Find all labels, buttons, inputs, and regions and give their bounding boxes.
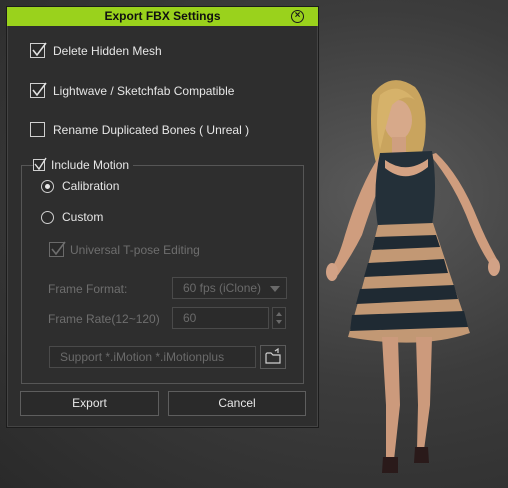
tpose-label: Universal T-pose Editing: [70, 242, 200, 257]
frame-rate-input[interactable]: 60: [172, 307, 269, 329]
lightwave-sketchfab-checkbox[interactable]: [30, 82, 47, 98]
folder-open-icon: [265, 347, 281, 364]
rename-bones-label: Rename Duplicated Bones ( Unreal ): [53, 122, 250, 137]
support-file-input[interactable]: Support *.iMotion *.iMotionplus: [49, 346, 256, 368]
frame-rate-value: 60: [183, 311, 197, 325]
include-motion-option[interactable]: Include Motion: [33, 157, 134, 172]
calibration-radio[interactable]: [41, 179, 54, 193]
custom-radio[interactable]: [41, 210, 54, 224]
include-motion-checkbox[interactable]: [33, 157, 47, 171]
lightwave-sketchfab-option[interactable]: Lightwave / Sketchfab Compatible: [30, 82, 235, 98]
custom-option[interactable]: Custom: [41, 210, 103, 224]
include-motion-label: Include Motion: [51, 158, 130, 172]
tpose-option[interactable]: Universal T-pose Editing: [49, 241, 200, 257]
lightwave-sketchfab-label: Lightwave / Sketchfab Compatible: [53, 83, 235, 98]
stepper-down-icon[interactable]: [276, 320, 282, 324]
calibration-option[interactable]: Calibration: [41, 179, 119, 193]
checkmark-icon: [32, 42, 47, 57]
export-fbx-dialog: Export FBX Settings × Delete Hidden Mesh…: [6, 6, 319, 428]
frame-format-label: Frame Format:: [48, 282, 128, 296]
custom-label: Custom: [62, 210, 104, 224]
delete-hidden-mesh-checkbox[interactable]: [30, 42, 47, 58]
dialog-title: Export FBX Settings: [7, 7, 318, 26]
close-circle-icon[interactable]: ×: [291, 10, 304, 23]
frame-rate-stepper[interactable]: [272, 307, 286, 329]
tpose-checkbox[interactable]: [49, 241, 66, 257]
delete-hidden-mesh-option[interactable]: Delete Hidden Mesh: [30, 42, 162, 58]
delete-hidden-mesh-label: Delete Hidden Mesh: [53, 43, 162, 58]
checkmark-icon: [34, 157, 47, 171]
export-button[interactable]: Export: [20, 391, 159, 416]
checkmark-icon: [32, 82, 47, 97]
cancel-button[interactable]: Cancel: [168, 391, 306, 416]
stepper-up-icon[interactable]: [276, 312, 282, 316]
frame-format-value: 60 fps (iClone): [183, 281, 262, 295]
rename-bones-checkbox[interactable]: [30, 122, 45, 137]
chevron-down-icon: [270, 286, 280, 292]
rename-bones-option[interactable]: Rename Duplicated Bones ( Unreal ): [30, 122, 249, 137]
calibration-label: Calibration: [62, 179, 120, 193]
frame-rate-label: Frame Rate(12~120): [48, 312, 160, 326]
character-model[interactable]: [320, 75, 505, 485]
support-placeholder: Support *.iMotion *.iMotionplus: [60, 350, 225, 364]
checkmark-icon: [51, 241, 66, 256]
browse-button[interactable]: [260, 345, 286, 369]
frame-format-select[interactable]: 60 fps (iClone): [172, 277, 287, 299]
